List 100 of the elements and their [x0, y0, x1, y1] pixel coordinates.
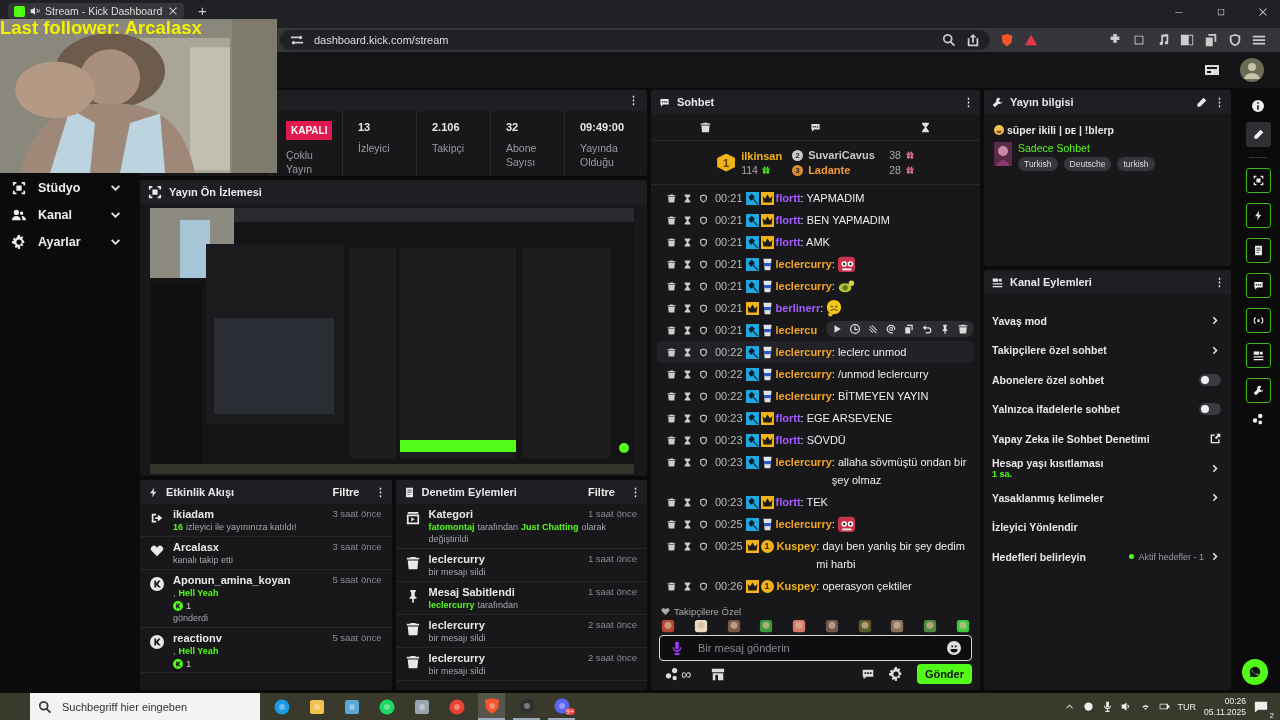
action-title: leclercurry	[428, 652, 485, 664]
leader-name: Ladante	[808, 164, 852, 176]
gift-amount: 1	[186, 658, 192, 669]
action-time: 1 saat önce	[587, 586, 637, 598]
chat-username[interactable]: leclercurry	[775, 255, 832, 273]
chat-username[interactable]: leclercurry	[775, 515, 832, 533]
message-text: : /unmod leclercurry	[831, 367, 929, 382]
message-time: 00:21	[715, 235, 743, 250]
channel-action[interactable]: Yavaş mod	[984, 306, 1231, 336]
sidebar-item[interactable]: Stüdyo	[12, 179, 122, 197]
tag[interactable]: Deutsche	[1063, 157, 1112, 171]
action-detail: leclercurry tarafından	[428, 599, 520, 611]
stat-label: Yayında Olduğu	[580, 141, 619, 169]
message-time: 00:23	[715, 455, 743, 470]
event-time: 5 saat önce	[332, 632, 382, 644]
leader-count: 38	[889, 149, 901, 161]
sidebar-item[interactable]: Ayarlar	[12, 233, 122, 251]
category-link[interactable]: Sadece Sohbet	[1018, 142, 1155, 154]
filter-button[interactable]: Filtre	[324, 486, 368, 498]
search-field[interactable]: Suchbegriff hier eingeben	[60, 699, 250, 714]
message-time: 00:23	[715, 411, 743, 426]
language-indicator[interactable]: TUR	[1177, 701, 1197, 712]
leader-name: SuvariCavus	[808, 149, 876, 161]
message-text: : EGE ARSEVENE	[800, 411, 893, 426]
message-text: : TEK	[800, 495, 828, 510]
channel-action[interactable]: Yasaklanmış kelimeler	[984, 483, 1231, 513]
action-time: 1 saat önce	[587, 508, 637, 520]
browser-tab[interactable]: Stream - Kick Dashboard	[8, 3, 184, 19]
message-time: 00:21	[715, 213, 743, 228]
tag[interactable]: turkish	[1117, 157, 1155, 171]
message-text: :	[831, 257, 835, 272]
stream-title: süper ikili | ᴅᴇ | !blerp	[1007, 124, 1115, 136]
clock-time[interactable]: 00:26	[1224, 695, 1246, 707]
chat-username[interactable]: leclercurry	[775, 453, 832, 471]
message-time: 00:22	[715, 345, 743, 360]
channel-action[interactable]: Abonelere özel sohbet	[984, 365, 1231, 395]
follower-overlay-text: Last follower: Arcalasx	[0, 19, 202, 38]
action-detail: bir mesajı sildi	[428, 665, 487, 677]
event-detail: , Hell Yeah	[173, 587, 220, 599]
composer-bar[interactable]: Bir mesaj gönderin	[659, 635, 972, 661]
message-time: 00:21	[715, 279, 743, 294]
message-text: : dayı ben yanlış bir şey dedim mi harbi	[816, 539, 966, 572]
filter-button[interactable]: Filtre	[580, 486, 623, 498]
panel-title: Denetim Eylemleri	[421, 486, 517, 498]
panel-title: Yayın Ön İzlemesi	[169, 186, 262, 198]
event-user: reactionv	[173, 632, 222, 644]
message-text: :	[820, 301, 824, 316]
action-detail: fatomontaj tarafından Just Chatting olarak değiştirildi	[428, 521, 608, 545]
chat-username[interactable]: flortt	[775, 189, 801, 207]
message-time: 00:22	[715, 367, 743, 382]
subscriber-badge: 1	[760, 539, 774, 553]
channel-action[interactable]: İzleyici Yönlendir	[984, 512, 1231, 542]
chat-username[interactable]: leclercurry	[775, 277, 832, 295]
message-time: 00:25	[715, 517, 743, 532]
message-text: : YAPMADIM	[800, 191, 865, 206]
stat-value: 13	[358, 121, 372, 133]
action-detail: bir mesajı sildi	[428, 632, 487, 644]
chat-username[interactable]: leclercurry	[775, 343, 832, 361]
action-time: 2 saat önce	[587, 652, 637, 664]
sidebar-item[interactable]: Kanal	[12, 206, 122, 224]
address-field[interactable]: dashboard.kick.com/stream	[280, 30, 990, 50]
channel-action[interactable]: Yalnızca ifadelerle sohbet	[984, 394, 1231, 424]
send-button[interactable]: Gönder	[916, 664, 972, 684]
message-text: : allaha sövmüştü ondan bir şey olmaz	[831, 455, 968, 488]
chat-username[interactable]: flortt	[775, 493, 801, 511]
message-time: 00:21	[715, 257, 743, 272]
message-time: 00:21	[715, 323, 743, 338]
chat-username[interactable]: flortt	[775, 431, 801, 449]
search-bar[interactable]: Suchbegriff hier eingeben	[30, 693, 260, 720]
chat-username[interactable]: flortt	[775, 233, 801, 251]
points-value: ∞	[681, 666, 691, 682]
message-text: :	[831, 279, 835, 294]
chat-username[interactable]: leclercu	[775, 321, 818, 339]
chat-username[interactable]: flortt	[775, 409, 801, 427]
event-detail: 16 izleyici ile yayınınıza katıldı!	[173, 521, 298, 533]
chat-username[interactable]: leclercurry	[775, 387, 832, 405]
channel-action[interactable]: Hesap yaşı kısıtlaması 1 sa.	[984, 453, 1231, 483]
leader-count: 114	[741, 163, 758, 176]
message-time: 00:23	[715, 433, 743, 448]
panel-title: Yayın bilgisi	[1010, 96, 1074, 108]
chat-username[interactable]: flortt	[775, 211, 801, 229]
panel-title: Kanal Eylemleri	[1010, 276, 1092, 288]
channel-action[interactable]: Hedefleri belirleyin Aktif hedefler - 1	[984, 542, 1231, 572]
stat-value: 2.106	[432, 121, 461, 133]
message-time: 00:22	[715, 389, 743, 404]
stat-label: Takipçi	[432, 141, 466, 155]
action-title: leclercurry	[428, 619, 485, 631]
channel-action[interactable]: Yapay Zeka ile Sohbet Denetimi	[984, 424, 1231, 454]
stat-label: Çoklu Yayın	[286, 148, 314, 176]
stat-label: Abone Sayısı	[506, 141, 538, 169]
channel-action[interactable]: Takipçilere özel sohbet	[984, 335, 1231, 365]
tag[interactable]: Turkish	[1018, 157, 1058, 171]
event-user: Aponun_amina_koyan	[173, 574, 291, 586]
event-time: 3 saat önce	[332, 508, 382, 520]
chat-username[interactable]: leclercurry	[775, 365, 832, 383]
event-user: ikiadam	[173, 508, 214, 520]
message-input[interactable]: Bir mesaj gönderin	[696, 641, 935, 655]
event-detail: , Hell Yeah	[173, 645, 220, 657]
clock-date[interactable]: 05.11.2025	[1204, 706, 1246, 718]
message-text: :	[831, 517, 835, 532]
